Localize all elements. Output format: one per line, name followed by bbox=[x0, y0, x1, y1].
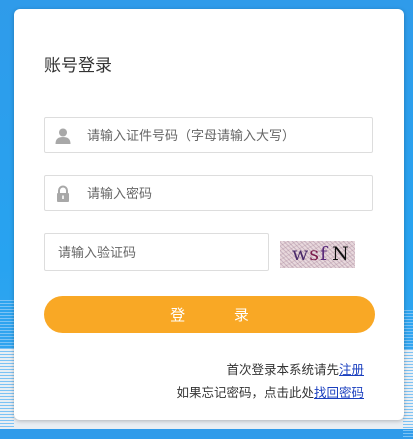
captcha-input[interactable] bbox=[56, 234, 260, 272]
captcha-char: N bbox=[332, 243, 350, 265]
captcha-field[interactable] bbox=[44, 233, 269, 272]
decorative-stripes-left bbox=[0, 300, 14, 429]
password-field[interactable] bbox=[44, 175, 373, 212]
login-title: 账号登录 bbox=[44, 56, 112, 76]
captcha-char: w bbox=[292, 243, 310, 265]
lock-icon bbox=[57, 185, 69, 202]
captcha-image[interactable]: wsf N bbox=[280, 241, 355, 268]
captcha-char: s bbox=[309, 243, 321, 265]
login-card: 账号登录 wsfN 登 录 首次登录本系统请先注册 如果忘记密码，点击此处找回密… bbox=[14, 9, 404, 420]
register-prefix: 首次登录本系统请先 bbox=[226, 362, 339, 377]
user-icon bbox=[55, 128, 71, 144]
id-number-input[interactable] bbox=[85, 118, 369, 154]
recover-password-link[interactable]: 找回密码 bbox=[314, 385, 364, 400]
password-input[interactable] bbox=[85, 176, 369, 212]
register-hint: 首次登录本系统请先注册 bbox=[226, 359, 364, 378]
decorative-stripes-right bbox=[403, 310, 413, 439]
recover-hint: 如果忘记密码，点击此处找回密码 bbox=[176, 382, 364, 401]
captcha-char: f bbox=[320, 243, 329, 265]
recover-prefix: 如果忘记密码，点击此处 bbox=[176, 385, 314, 400]
login-button[interactable]: 登 录 bbox=[44, 296, 375, 333]
register-link[interactable]: 注册 bbox=[339, 362, 364, 377]
id-number-field[interactable] bbox=[44, 117, 373, 154]
